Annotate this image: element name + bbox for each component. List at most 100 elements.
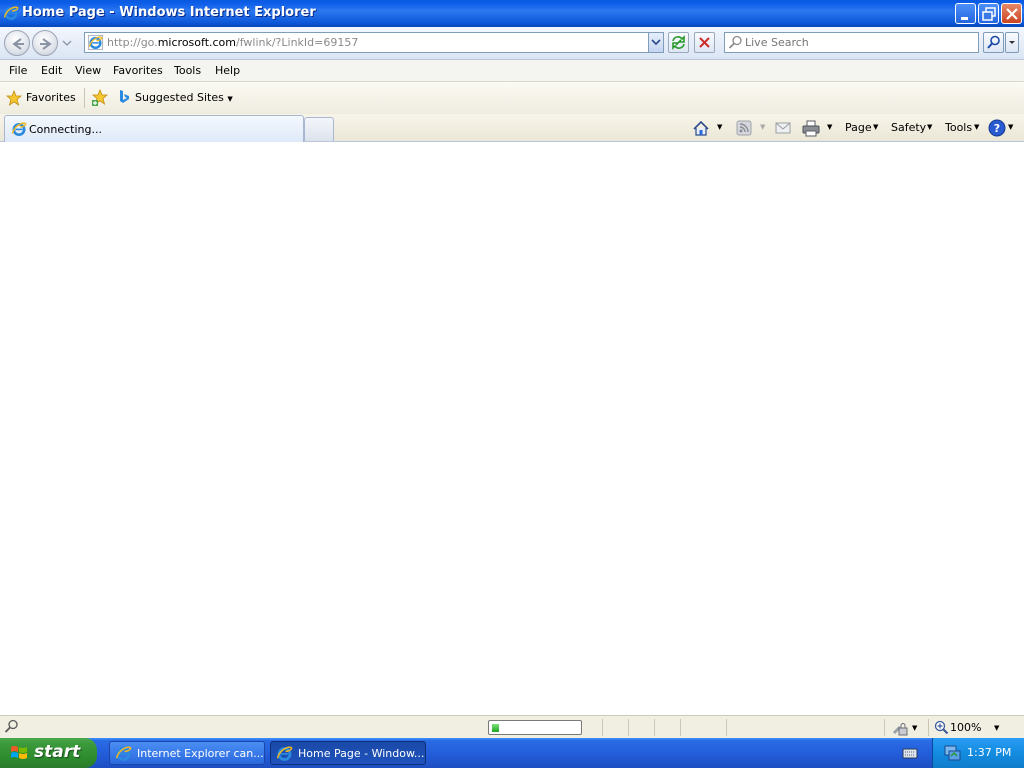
menu-view[interactable]: View: [75, 64, 101, 77]
tools-menu-label: Tools: [945, 121, 973, 134]
status-bar: ▼ 100% ▼: [0, 715, 1024, 738]
address-dropdown-button[interactable]: [648, 32, 664, 53]
forward-button[interactable]: [32, 30, 58, 56]
tab-active[interactable]: Connecting...: [4, 115, 304, 142]
new-tab-button[interactable]: [304, 117, 334, 141]
start-button[interactable]: start: [0, 738, 97, 768]
tab-row: Connecting... ▼ ▼ ▼ Page ▼ Safety ▼ Tool…: [0, 114, 1024, 142]
status-divider: [680, 719, 681, 736]
back-button[interactable]: [4, 30, 30, 56]
home-dropdown-caret-icon: ▼: [717, 123, 723, 131]
page-caret-icon: ▼: [873, 123, 879, 131]
taskbar: start Internet Explorer can... Home Page…: [0, 738, 1024, 768]
ie-taskbar-icon: [115, 745, 132, 762]
ie-tab-icon: [11, 121, 27, 137]
status-divider: [726, 719, 727, 736]
taskbar-button-label: Home Page - Window...: [298, 747, 425, 760]
bing-logo-icon: [120, 90, 129, 103]
separator: [84, 88, 85, 108]
printer-icon: [802, 120, 820, 137]
close-button[interactable]: [1001, 3, 1022, 24]
back-arrow-icon: [12, 38, 24, 50]
menu-edit[interactable]: Edit: [41, 64, 62, 77]
caret-down-icon: [1009, 41, 1015, 44]
taskbar-button-ie-error[interactable]: Internet Explorer can...: [109, 741, 265, 765]
zoom-magnifier-icon: [934, 720, 949, 735]
restore-icon: [982, 7, 996, 21]
restore-button[interactable]: [978, 3, 999, 24]
zoom-level: 100%: [950, 721, 982, 734]
help-caret-icon: ▼: [1008, 123, 1014, 131]
menu-tools[interactable]: Tools: [174, 64, 201, 77]
feeds-button[interactable]: [735, 119, 757, 137]
navigation-bar: http://go.microsoft.com/fwlink/?LinkId=6…: [0, 27, 1024, 60]
security-settings-icon: [893, 723, 908, 736]
page-content-area[interactable]: [0, 142, 1024, 715]
rss-feed-icon: [736, 120, 752, 136]
zoom-button[interactable]: 100% ▼: [934, 719, 1004, 736]
loading-progress-bar: [488, 720, 582, 735]
magnifier-icon: [987, 35, 1000, 49]
status-divider: [928, 719, 929, 736]
status-divider: [628, 719, 629, 736]
ie-taskbar-icon: [276, 745, 293, 762]
home-icon: [693, 120, 709, 136]
suggested-sites-label: Suggested Sites: [135, 91, 224, 104]
status-divider: [884, 719, 885, 736]
windows-flag-icon: [11, 746, 27, 759]
recent-pages-dropdown-icon[interactable]: [61, 38, 73, 48]
system-tray: 1:37 PM: [932, 738, 1024, 768]
status-divider: [602, 719, 603, 736]
network-tray-icon[interactable]: [943, 744, 961, 762]
tools-caret-icon: ▼: [974, 123, 980, 131]
add-to-favorites-bar-icon[interactable]: [90, 89, 110, 107]
forward-arrow-icon: [40, 38, 52, 50]
keyboard-icon[interactable]: [902, 746, 918, 760]
home-button[interactable]: ▼: [690, 119, 726, 137]
menu-help[interactable]: Help: [215, 64, 240, 77]
help-question-icon: ?: [988, 119, 1006, 137]
safety-menu-button[interactable]: Safety ▼: [891, 119, 937, 137]
url-prefix: http://go.: [107, 36, 158, 49]
tools-menu-button[interactable]: Tools ▼: [945, 119, 985, 137]
tab-label: Connecting...: [29, 123, 102, 136]
search-options-button[interactable]: [1005, 32, 1019, 53]
address-url[interactable]: http://go.microsoft.com/fwlink/?LinkId=6…: [107, 36, 358, 49]
clock[interactable]: 1:37 PM: [967, 746, 1011, 759]
protected-mode-button[interactable]: ▼: [890, 719, 922, 736]
search-go-button[interactable]: [983, 32, 1004, 53]
search-box[interactable]: [724, 32, 979, 53]
page-menu-label: Page: [845, 121, 872, 134]
url-suffix: /fwlink/?LinkId=69157: [236, 36, 359, 49]
minimize-button[interactable]: [955, 3, 976, 24]
search-input[interactable]: [745, 35, 975, 50]
status-search-icon: [4, 719, 18, 733]
star-icon: [6, 90, 22, 106]
page-menu-button[interactable]: Page ▼: [845, 119, 883, 137]
svg-text:?: ?: [994, 122, 1000, 135]
taskbar-button-label: Internet Explorer can...: [137, 747, 264, 760]
read-mail-button[interactable]: [774, 119, 794, 137]
address-bar[interactable]: http://go.microsoft.com/fwlink/?LinkId=6…: [84, 32, 664, 53]
print-button[interactable]: ▼: [802, 119, 838, 137]
stop-button[interactable]: [694, 32, 715, 53]
security-caret-icon: ▼: [912, 724, 918, 732]
status-divider: [654, 719, 655, 736]
mail-icon: [775, 122, 791, 134]
url-host: microsoft.com: [157, 36, 236, 49]
menu-favorites[interactable]: Favorites: [113, 64, 163, 77]
print-dropdown-caret-icon: ▼: [827, 123, 833, 131]
favorites-bar: Favorites Suggested Sites ▼: [0, 82, 1024, 114]
title-bar[interactable]: Home Page - Windows Internet Explorer: [0, 0, 1024, 27]
refresh-button[interactable]: [668, 32, 689, 53]
ie-logo-icon[interactable]: [3, 5, 19, 21]
search-icon: [728, 35, 742, 49]
taskbar-button-home-page[interactable]: Home Page - Window...: [270, 741, 426, 765]
menu-file[interactable]: File: [9, 64, 27, 77]
zoom-caret-icon: ▼: [994, 724, 1000, 732]
stop-x-icon: [699, 37, 710, 48]
help-button[interactable]: ? ▼: [988, 119, 1018, 137]
chevron-down-icon: [651, 39, 661, 46]
feeds-dropdown-caret-icon[interactable]: ▼: [760, 123, 765, 131]
page-ie-icon: [88, 35, 103, 50]
